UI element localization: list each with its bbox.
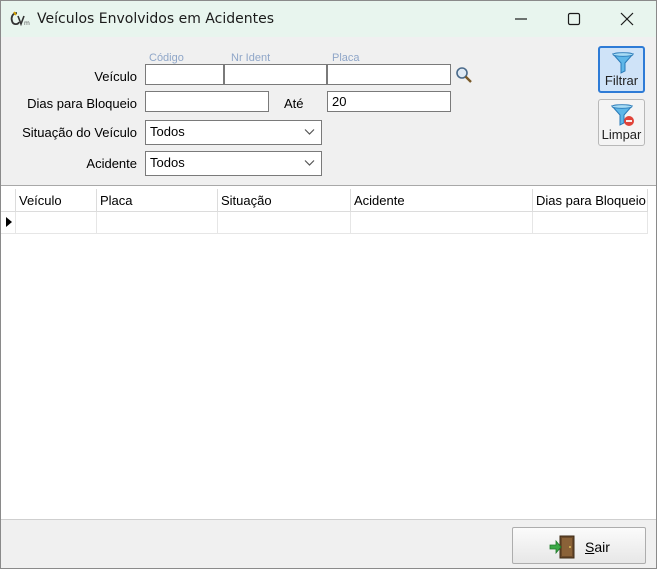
sair-button[interactable]: Sair bbox=[512, 527, 646, 564]
close-icon bbox=[620, 12, 634, 26]
current-row-arrow-icon bbox=[6, 217, 12, 227]
column-header-situacao[interactable]: Situação bbox=[218, 189, 351, 211]
column-header-dias-bloqueio[interactable]: Dias para Bloqueio bbox=[533, 189, 648, 211]
ate-label: Até bbox=[284, 96, 304, 111]
filtrar-label: Filtrar bbox=[604, 73, 639, 88]
grid-row-header-corner bbox=[1, 189, 16, 211]
acidente-value: Todos bbox=[150, 155, 185, 170]
table-row[interactable] bbox=[1, 212, 648, 234]
situacao-veiculo-value: Todos bbox=[150, 124, 185, 139]
minimize-button[interactable] bbox=[498, 1, 544, 37]
window-title: Veículos Envolvidos em Acidentes bbox=[37, 11, 274, 27]
cell-acidente[interactable] bbox=[351, 212, 533, 233]
veiculo-nr-ident-input[interactable] bbox=[224, 64, 327, 85]
limpar-button[interactable]: Limpar bbox=[598, 99, 645, 146]
title-bar: m Veículos Envolvidos em Acidentes bbox=[1, 1, 656, 37]
funnel-clear-icon bbox=[610, 104, 634, 126]
veiculo-codigo-input[interactable] bbox=[145, 64, 224, 85]
footer-bar: Sair bbox=[1, 519, 656, 568]
limpar-label: Limpar bbox=[601, 127, 642, 142]
placa-column-label: Placa bbox=[332, 52, 360, 64]
column-header-placa[interactable]: Placa bbox=[97, 189, 218, 211]
chevron-down-icon bbox=[304, 129, 315, 135]
cell-veiculo[interactable] bbox=[16, 212, 97, 233]
situacao-veiculo-label: Situação do Veículo bbox=[22, 125, 137, 140]
cell-situacao[interactable] bbox=[218, 212, 351, 233]
nr-ident-column-label: Nr Ident bbox=[231, 52, 271, 64]
filtrar-button[interactable]: Filtrar bbox=[598, 46, 645, 93]
column-header-veiculo[interactable]: Veículo bbox=[16, 189, 97, 211]
svg-text:m: m bbox=[24, 20, 30, 27]
acidente-select[interactable]: Todos bbox=[145, 151, 322, 176]
column-header-acidente[interactable]: Acidente bbox=[351, 189, 533, 211]
maximize-button[interactable] bbox=[551, 1, 597, 37]
chevron-down-icon bbox=[304, 160, 315, 166]
veiculo-label: Veículo bbox=[94, 69, 137, 84]
sair-label: Sair bbox=[585, 539, 610, 555]
dias-bloqueio-to-input[interactable]: 20 bbox=[327, 91, 451, 112]
cell-dias-bloqueio[interactable] bbox=[533, 212, 648, 233]
search-icon[interactable] bbox=[454, 65, 474, 85]
app-window: m Veículos Envolvidos em Acidentes Códig… bbox=[0, 0, 657, 569]
maximize-icon bbox=[567, 12, 581, 26]
codigo-column-label: Código bbox=[149, 52, 184, 64]
situacao-veiculo-select[interactable]: Todos bbox=[145, 120, 322, 145]
row-indicator-cell bbox=[1, 212, 16, 233]
minimize-icon bbox=[515, 18, 527, 20]
grid-header: Veículo Placa Situação Acidente Dias par… bbox=[1, 189, 648, 212]
veiculo-placa-input[interactable] bbox=[327, 64, 451, 85]
filter-form: Código Nr Ident Placa Veículo Dias para … bbox=[1, 37, 656, 185]
dias-bloqueio-label: Dias para Bloqueio bbox=[27, 96, 137, 111]
dias-bloqueio-from-input[interactable] bbox=[145, 91, 269, 112]
acidente-label: Acidente bbox=[86, 156, 137, 171]
exit-door-icon bbox=[549, 535, 575, 559]
cell-placa[interactable] bbox=[97, 212, 218, 233]
results-grid[interactable]: Veículo Placa Situação Acidente Dias par… bbox=[1, 185, 656, 520]
app-logo-icon: m bbox=[9, 10, 31, 28]
funnel-icon bbox=[611, 52, 635, 74]
close-button[interactable] bbox=[604, 1, 650, 37]
